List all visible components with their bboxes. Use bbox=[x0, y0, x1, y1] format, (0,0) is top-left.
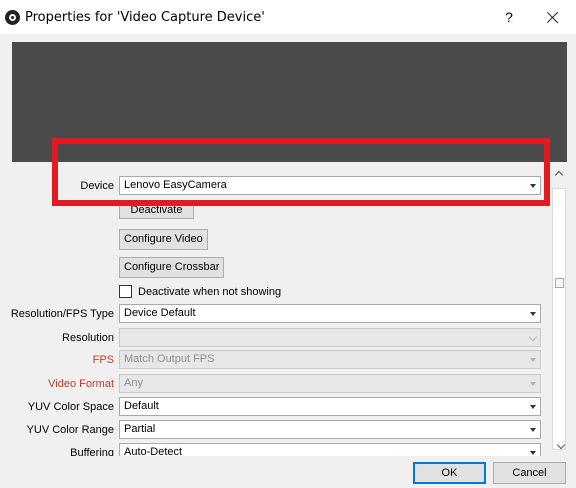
yuv-color-range-value: Partial bbox=[124, 423, 156, 435]
dropdown-arrow-icon bbox=[530, 312, 536, 316]
scrollbar-grip[interactable] bbox=[555, 278, 564, 288]
close-icon[interactable] bbox=[541, 6, 565, 30]
dropdown-arrow-icon bbox=[530, 428, 536, 432]
fps-dropdown[interactable]: Match Output FPS bbox=[119, 350, 541, 369]
cancel-button[interactable]: Cancel bbox=[493, 462, 566, 484]
obs-logo-icon bbox=[5, 10, 20, 25]
dropdown-arrow-icon bbox=[530, 382, 536, 386]
scrollbar-thumb[interactable] bbox=[552, 188, 566, 450]
device-dropdown[interactable]: Lenovo EasyCamera bbox=[119, 176, 541, 195]
resolution-combo[interactable] bbox=[119, 328, 541, 347]
video-format-label: Video Format bbox=[48, 378, 114, 390]
dropdown-arrow-icon bbox=[530, 451, 536, 455]
resolution-fps-type-label: Resolution/FPS Type bbox=[10, 308, 114, 320]
dropdown-arrow-icon bbox=[530, 405, 536, 409]
window-title: Properties for 'Video Capture Device' bbox=[25, 10, 265, 25]
resolution-fps-type-dropdown[interactable]: Device Default bbox=[119, 304, 541, 323]
deactivate-button[interactable]: Deactivate bbox=[119, 201, 194, 219]
fps-label: FPS bbox=[92, 354, 114, 366]
vertical-scrollbar[interactable] bbox=[551, 168, 568, 456]
dropdown-arrow-icon bbox=[530, 358, 536, 362]
video-format-value: Any bbox=[124, 377, 143, 389]
title-bar: Properties for 'Video Capture Device' ? bbox=[0, 0, 576, 34]
deactivate-when-not-showing-checkbox[interactable] bbox=[119, 285, 132, 298]
dialog-footer bbox=[0, 456, 576, 488]
yuv-color-range-label: YUV Color Range bbox=[26, 424, 114, 436]
fps-value: Match Output FPS bbox=[124, 353, 215, 365]
resolution-label: Resolution bbox=[62, 332, 114, 344]
yuv-color-space-dropdown[interactable]: Default bbox=[119, 397, 541, 416]
yuv-color-range-dropdown[interactable]: Partial bbox=[119, 420, 541, 439]
video-preview bbox=[12, 42, 567, 162]
help-button[interactable]: ? bbox=[498, 6, 520, 28]
deactivate-when-not-showing-label: Deactivate when not showing bbox=[138, 286, 282, 298]
device-label: Device bbox=[80, 180, 114, 192]
yuv-color-space-value: Default bbox=[124, 400, 159, 412]
device-value: Lenovo EasyCamera bbox=[124, 179, 227, 191]
scroll-up-icon[interactable] bbox=[554, 170, 564, 180]
chevron-down-icon bbox=[528, 332, 538, 342]
dropdown-arrow-icon bbox=[530, 184, 536, 188]
video-format-dropdown[interactable]: Any bbox=[119, 374, 541, 393]
ok-button[interactable]: OK bbox=[413, 462, 486, 484]
configure-video-button[interactable]: Configure Video bbox=[119, 229, 208, 250]
yuv-color-space-label: YUV Color Space bbox=[27, 401, 114, 413]
configure-crossbar-button[interactable]: Configure Crossbar bbox=[119, 257, 225, 278]
resolution-fps-type-value: Device Default bbox=[124, 307, 196, 319]
